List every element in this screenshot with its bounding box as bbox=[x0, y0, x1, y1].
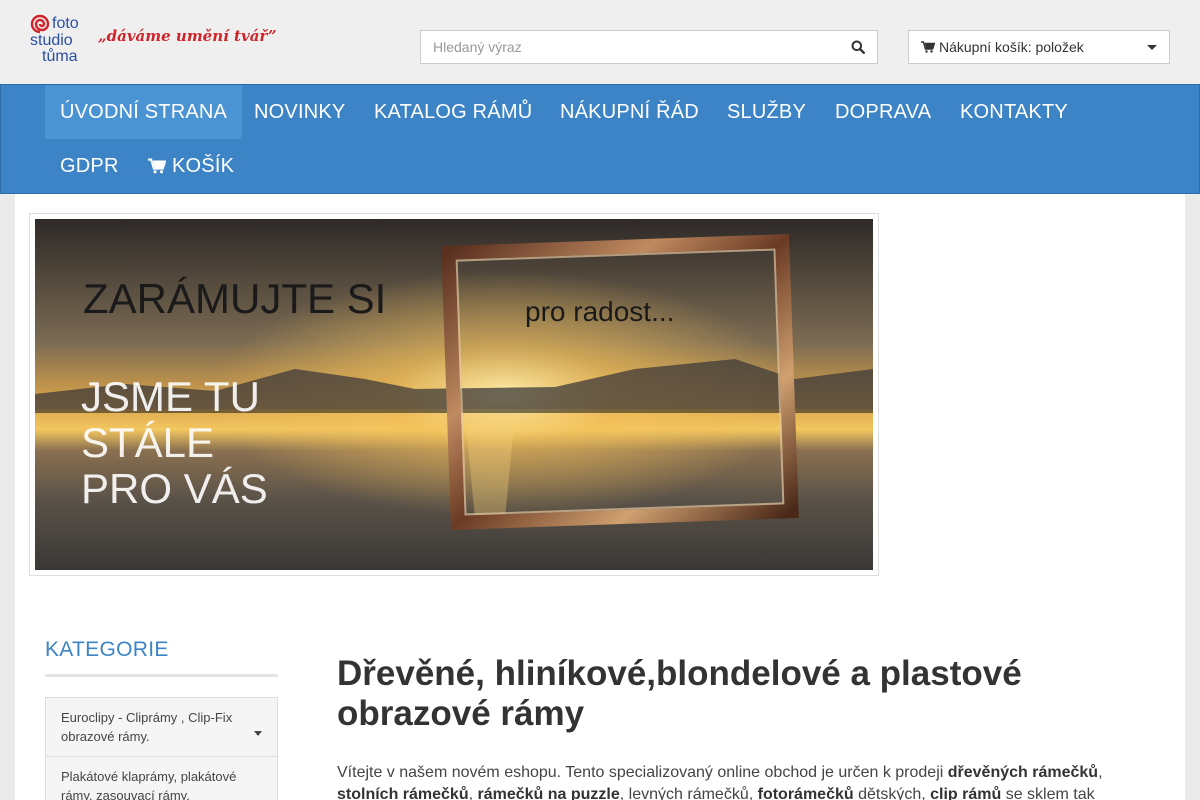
logo-text-studio: studio bbox=[30, 32, 73, 49]
intro-text: Vítejte v našem novém eshopu. Tento spec… bbox=[337, 764, 948, 781]
sidebar-divider bbox=[45, 674, 278, 677]
nav-item-doprava[interactable]: DOPRAVA bbox=[820, 85, 946, 139]
main-container: ZARÁMUJTE SI pro radost... JSME TU STÁLE… bbox=[15, 194, 1185, 800]
keyword-stolni-ramecky: stolních rámečků bbox=[337, 786, 469, 800]
intro-paragraph: Vítejte v našem novém eshopu. Tento spec… bbox=[337, 762, 1167, 800]
category-item-euroclipy[interactable]: Euroclipy - Cliprámy , Clip-Fix obrazové… bbox=[45, 697, 278, 757]
keyword-ramecky-puzzle: rámečků na puzzle bbox=[477, 786, 620, 800]
nav-item-novinky[interactable]: NOVINKY bbox=[239, 85, 360, 139]
chevron-down-icon[interactable] bbox=[254, 731, 262, 736]
site-header: foto studio tůma „dáváme umění tvář” Nák… bbox=[0, 0, 1200, 84]
banner-headline: ZARÁMUJTE SI bbox=[83, 275, 386, 322]
logo-text-tuma: tůma bbox=[42, 48, 78, 65]
nav-item-label: KONTAKTY bbox=[960, 100, 1068, 123]
shopping-cart-icon bbox=[921, 41, 935, 53]
nav-item-label: NOVINKY bbox=[254, 100, 346, 123]
nav-item-label: KOŠÍK bbox=[172, 154, 235, 177]
logo-slogan: „dáváme umění tvář” bbox=[98, 27, 277, 45]
keyword-fotoramecky: fotorámečků bbox=[757, 786, 854, 800]
spiral-logo-icon bbox=[30, 14, 50, 34]
text-sep: dětských, bbox=[853, 786, 931, 800]
search-box bbox=[420, 30, 878, 64]
logo-text-foto: foto bbox=[52, 15, 79, 32]
category-label: Euroclipy - Cliprámy , Clip-Fix obrazové… bbox=[61, 710, 233, 744]
keyword-clip-ramy: clip rámů bbox=[930, 786, 1002, 800]
nav-item-kontakty[interactable]: KONTAKTY bbox=[945, 85, 1083, 139]
cart-dropdown[interactable]: Nákupní košík: položek bbox=[908, 30, 1170, 64]
nav-item-label: DOPRAVA bbox=[835, 100, 932, 123]
category-item-plakatove-klapramy[interactable]: Plakátové klaprámy, plakátové rámy, zaso… bbox=[45, 757, 278, 800]
category-label: Plakátové klaprámy, plakátové rámy, zaso… bbox=[61, 769, 237, 800]
chevron-down-icon bbox=[1147, 45, 1157, 50]
banner-line-2: STÁLE bbox=[81, 419, 214, 466]
banner-line-1: JSME TU bbox=[81, 373, 260, 420]
nav-item-katalog-ramu[interactable]: KATALOG RÁMŮ bbox=[359, 85, 547, 139]
logo[interactable]: foto studio tůma „dáváme umění tvář” bbox=[30, 14, 290, 66]
search-input[interactable] bbox=[421, 31, 841, 63]
text-tail: se sklem tak bbox=[1001, 786, 1095, 800]
nav-item-label: KATALOG RÁMŮ bbox=[374, 100, 533, 123]
nav-item-label: ÚVODNÍ STRANA bbox=[60, 100, 228, 123]
nav-item-label: GDPR bbox=[60, 154, 119, 177]
nav-item-uvodni-strana[interactable]: ÚVODNÍ STRANA bbox=[45, 85, 243, 139]
page-title: Dřevěné, hliníkové,blondelové a plastové… bbox=[337, 654, 1022, 733]
category-list: Euroclipy - Cliprámy , Clip-Fix obrazové… bbox=[45, 697, 278, 800]
main-navigation: ÚVODNÍ STRANA NOVINKY KATALOG RÁMŮ NÁKUP… bbox=[0, 84, 1200, 194]
keyword-drevene-ramecky: dřevěných rámečků bbox=[947, 764, 1099, 781]
cart-label: Nákupní košík: položek bbox=[939, 39, 1084, 55]
text-sep: , levných rámečků, bbox=[619, 786, 758, 800]
hero-banner[interactable]: ZARÁMUJTE SI pro radost... JSME TU STÁLE… bbox=[29, 213, 879, 576]
sidebar-title: KATEGORIE bbox=[45, 638, 169, 661]
search-button[interactable] bbox=[839, 31, 877, 63]
nav-item-label: NÁKUPNÍ ŘÁD bbox=[560, 100, 699, 123]
banner-line-3: PRO VÁS bbox=[81, 465, 268, 512]
search-icon bbox=[851, 40, 865, 54]
shopping-cart-icon bbox=[148, 158, 166, 174]
text-sep: , bbox=[1098, 764, 1103, 781]
text-sep: , bbox=[468, 786, 478, 800]
banner-image: ZARÁMUJTE SI pro radost... JSME TU STÁLE… bbox=[35, 219, 873, 570]
nav-item-gdpr[interactable]: GDPR bbox=[45, 139, 134, 193]
banner-frame-text: pro radost... bbox=[525, 296, 674, 327]
nav-item-label: SLUŽBY bbox=[727, 100, 807, 123]
nav-item-sluzby[interactable]: SLUŽBY bbox=[712, 85, 821, 139]
nav-item-nakupni-rad[interactable]: NÁKUPNÍ ŘÁD bbox=[545, 85, 714, 139]
nav-item-kosik[interactable]: KOŠÍK bbox=[133, 139, 249, 193]
